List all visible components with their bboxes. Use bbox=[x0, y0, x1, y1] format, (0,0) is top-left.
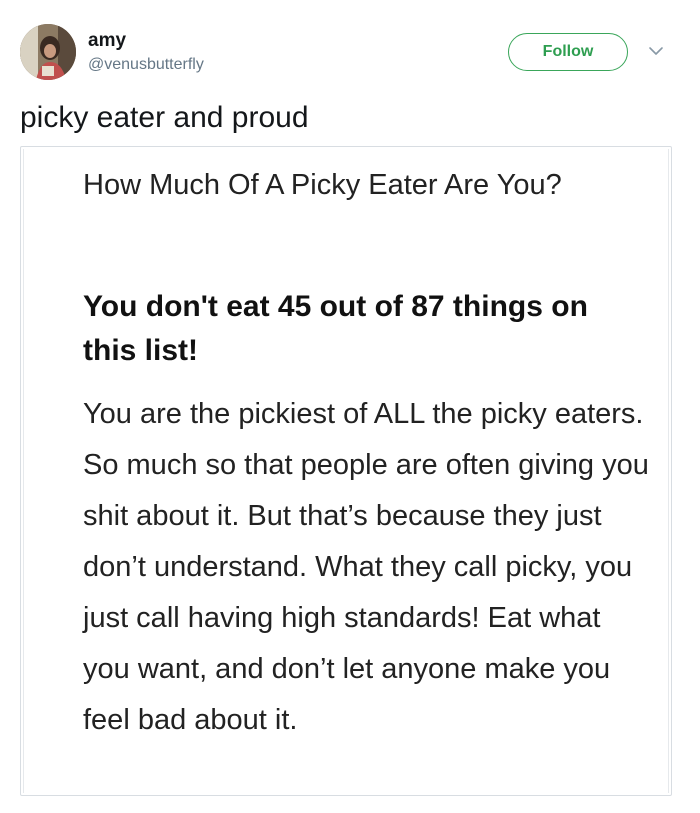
avatar-image bbox=[20, 24, 76, 80]
display-name[interactable]: amy bbox=[88, 30, 204, 52]
user-handle[interactable]: @venusbutterfly bbox=[88, 54, 204, 76]
user-block: amy @venusbutterfly bbox=[88, 30, 204, 76]
follow-button[interactable]: Follow bbox=[508, 33, 628, 71]
tweet: amy @venusbutterfly Follow picky eater a… bbox=[0, 0, 700, 813]
tweet-header: amy @venusbutterfly Follow bbox=[20, 24, 680, 84]
result-heading: You don't eat 45 out of 87 things on thi… bbox=[83, 290, 588, 367]
quiz-title: How Much Of A Picky Eater Are You? bbox=[83, 169, 562, 201]
tweet-text: picky eater and proud bbox=[20, 101, 309, 134]
quiz-result-card[interactable]: How Much Of A Picky Eater Are You? You d… bbox=[20, 146, 672, 796]
avatar[interactable] bbox=[20, 24, 76, 80]
result-body: You are the pickiest of ALL the picky ea… bbox=[83, 398, 649, 736]
chevron-down-icon[interactable] bbox=[647, 44, 665, 58]
